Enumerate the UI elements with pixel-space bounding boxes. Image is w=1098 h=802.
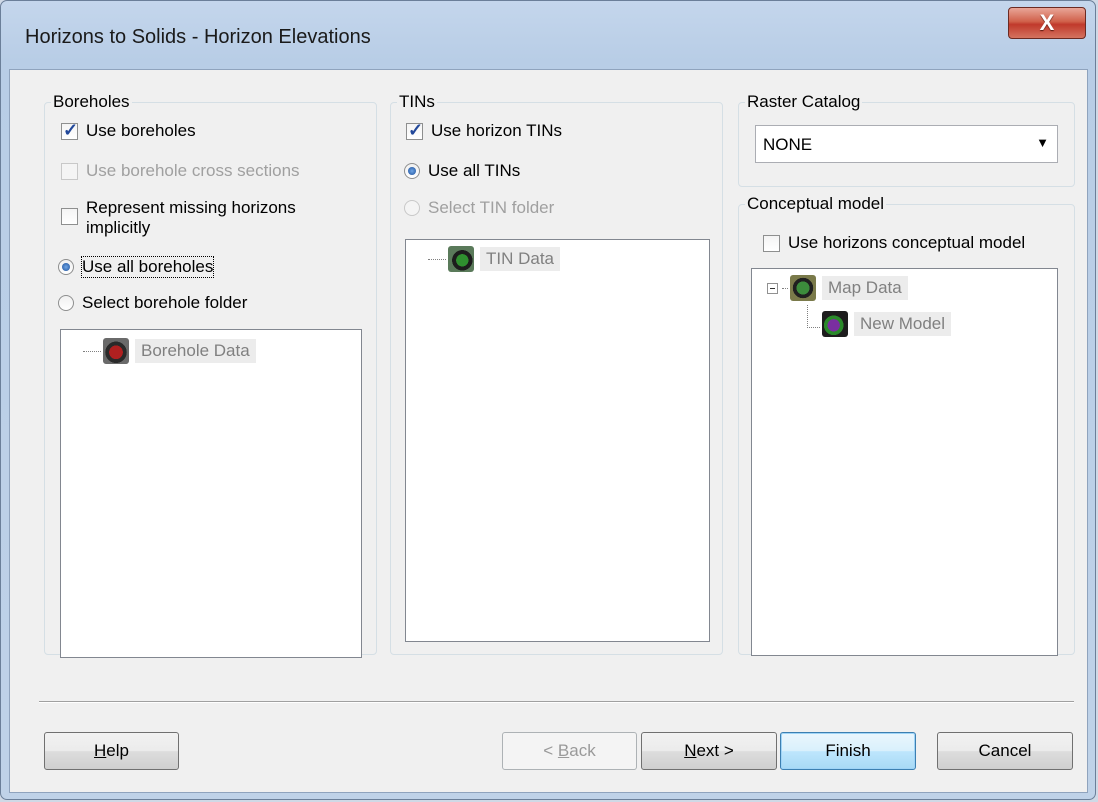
next-button-label: Next > [684,741,734,760]
use-borehole-cross-sections-checkbox[interactable]: Use borehole cross sections [61,161,300,181]
raster-catalog-value: NONE [763,135,813,154]
tins-legend: TINs [399,92,435,111]
finish-button-label: Finish [825,741,871,760]
tree-item-tin-data[interactable]: TIN Data [428,246,561,272]
tree-connector [807,305,820,328]
boreholes-legend: Boreholes [53,92,130,111]
use-borehole-cross-sections-label: Use borehole cross sections [86,161,300,180]
radio-selected-icon [58,259,74,275]
checkbox-icon [61,208,78,225]
represent-missing-horizons-label: Represent missing horizons implicitly [86,198,296,238]
represent-missing-horizons-checkbox[interactable]: Represent missing horizons implicitly [61,198,296,238]
dropdown-arrow-icon: ▼ [1036,135,1049,150]
button-separator [39,701,1074,703]
tree-item-label: New Model [854,312,952,336]
tree-connector [83,350,101,352]
tree-item-label: Map Data [822,276,908,300]
back-button-label: < Back [543,741,596,760]
use-all-boreholes-label: Use all boreholes [80,256,215,278]
select-tin-folder-radio[interactable]: Select TIN folder [404,198,554,218]
represent-missing-label-line1: Represent missing horizons [86,198,296,217]
use-all-tins-label: Use all TINs [428,161,521,180]
tree-item-new-model[interactable]: New Model [822,311,952,337]
raster-catalog-legend: Raster Catalog [747,92,861,111]
represent-missing-label-line2: implicitly [86,218,151,237]
dialog-client-area: Boreholes Use boreholes Use borehole cro… [9,69,1088,793]
finish-button[interactable]: Finish [780,732,916,770]
window-title: Horizons to Solids - Horizon Elevations [25,26,371,48]
tree-item-map-data[interactable]: Map Data [767,275,908,301]
model-icon [822,311,848,337]
radio-selected-icon [404,163,420,179]
close-button[interactable]: X [1008,7,1086,39]
checkbox-icon [763,234,780,252]
tin-folder-icon [448,246,474,272]
use-boreholes-label: Use boreholes [86,121,196,140]
raster-catalog-select[interactable]: NONE ▼ [755,125,1058,163]
cancel-button-label: Cancel [978,741,1032,760]
title-bar: Horizons to Solids - Horizon Elevations … [1,1,1095,67]
use-all-boreholes-radio[interactable]: Use all boreholes [58,256,215,278]
radio-icon [58,295,74,311]
checkbox-icon [61,162,78,180]
use-horizons-conceptual-model-label: Use horizons conceptual model [788,233,1026,252]
tree-item-label: Borehole Data [135,339,256,363]
help-button[interactable]: Help [44,732,179,770]
borehole-folder-icon [103,338,129,364]
use-all-tins-radio[interactable]: Use all TINs [404,161,520,181]
radio-icon [404,200,420,216]
use-horizons-conceptual-model-checkbox[interactable]: Use horizons conceptual model [763,233,1025,253]
cancel-button[interactable]: Cancel [937,732,1073,770]
use-boreholes-checkbox[interactable]: Use boreholes [61,120,196,141]
tree-connector [782,287,788,289]
use-horizon-tins-checkbox[interactable]: Use horizon TINs [406,120,563,141]
map-data-icon [790,275,816,301]
collapse-icon[interactable] [767,282,778,294]
conceptual-model-legend: Conceptual model [747,194,885,213]
select-borehole-folder-radio[interactable]: Select borehole folder [58,293,247,313]
close-icon: X [1039,10,1055,35]
dialog-window: Horizons to Solids - Horizon Elevations … [0,0,1096,800]
select-tin-folder-label: Select TIN folder [428,198,555,217]
tree-item-borehole-data[interactable]: Borehole Data [83,338,256,364]
select-borehole-folder-label: Select borehole folder [82,293,248,312]
tree-connector [428,258,446,260]
checkbox-checked-icon [61,120,78,141]
back-button[interactable]: < Back [502,732,637,770]
checkbox-checked-icon [406,120,423,141]
next-button[interactable]: Next > [641,732,777,770]
help-button-label: Help [94,741,129,760]
use-horizon-tins-label: Use horizon TINs [431,121,563,140]
tin-tree[interactable]: TIN Data [405,239,710,642]
conceptual-model-tree[interactable]: Map Data New Model [751,268,1058,656]
borehole-tree[interactable]: Borehole Data [60,329,362,658]
tree-item-label: TIN Data [480,247,561,271]
